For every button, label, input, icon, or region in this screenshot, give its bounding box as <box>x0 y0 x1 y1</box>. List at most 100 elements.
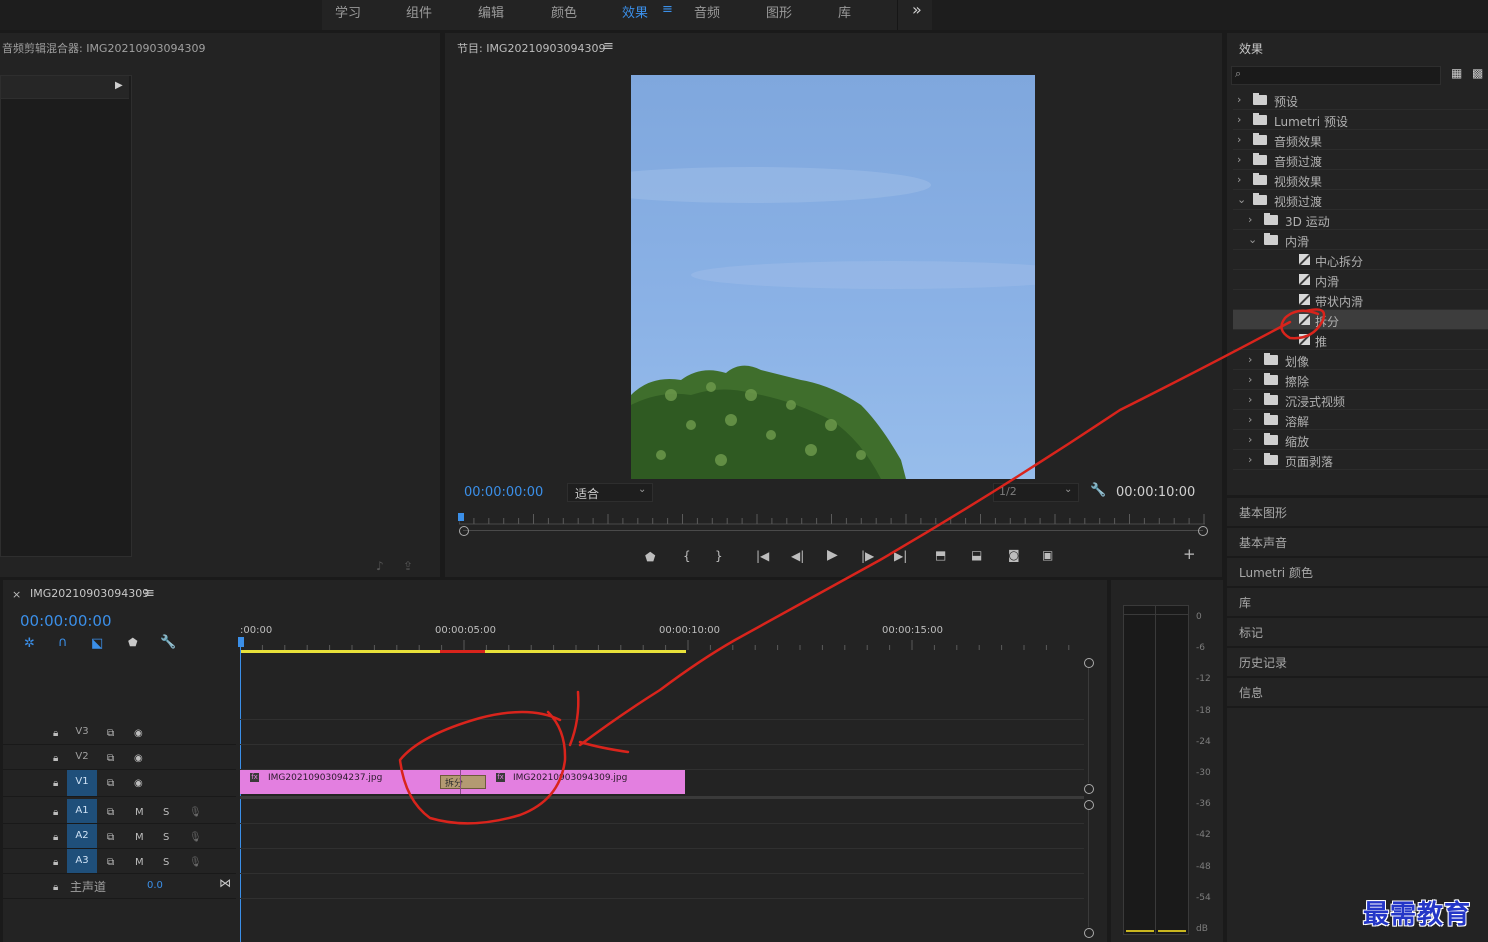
effects-tree-item[interactable]: 推 <box>1233 330 1488 350</box>
chevron-right-icon[interactable]: › <box>1237 93 1247 106</box>
timeline-timecode[interactable]: 00:00:00:00 <box>20 612 112 630</box>
scroll-handle[interactable] <box>1084 928 1094 938</box>
effects-tree-item[interactable]: › Lumetri 预设 <box>1233 110 1488 130</box>
microphone-icon[interactable]: 🎙︎ <box>189 832 202 843</box>
timeline-settings-wrench-icon[interactable]: 🔧 <box>160 635 176 650</box>
playhead-marker[interactable] <box>458 513 464 521</box>
chevron-right-icon[interactable]: › <box>1248 213 1258 226</box>
effects-tree-item[interactable]: ⌄ 视频过渡 <box>1233 190 1488 210</box>
chevron-right-icon[interactable]: › <box>1237 173 1247 186</box>
side-panel-tab[interactable]: 库 <box>1227 588 1488 618</box>
button-editor-plus-icon[interactable]: + <box>1183 547 1196 562</box>
chevron-right-icon[interactable]: › <box>1248 353 1258 366</box>
resolution-select[interactable]: 1/2 ⌄ <box>993 483 1079 502</box>
sync-lock-icon[interactable]: ⧉ <box>107 857 114 868</box>
panel-menu-icon[interactable]: ≡ <box>144 586 155 601</box>
current-timecode[interactable]: 00:00:00:00 <box>464 485 543 500</box>
extract-icon[interactable]: ⬓ <box>971 549 982 561</box>
close-icon[interactable]: × <box>12 588 21 601</box>
effects-tree-item[interactable]: › 音频效果 <box>1233 130 1488 150</box>
lift-icon[interactable]: ⬒ <box>935 549 946 561</box>
effects-tree-item[interactable]: 内滑 <box>1233 270 1488 290</box>
transition-split[interactable]: 拆分 <box>440 775 486 789</box>
lock-icon[interactable]: 🔒︎ <box>53 882 58 893</box>
timeline-ruler[interactable] <box>240 640 1090 656</box>
comparison-view-icon[interactable]: ▣ <box>1042 549 1053 561</box>
tab-libraries[interactable]: 库 <box>838 2 851 21</box>
sync-lock-icon[interactable]: ⧉ <box>107 778 114 789</box>
chevron-right-icon[interactable]: › <box>1237 113 1247 126</box>
step-back-icon[interactable]: ◀| <box>791 550 804 562</box>
effects-tree-item[interactable]: › 音频过渡 <box>1233 150 1488 170</box>
sync-lock-icon[interactable]: ⧉ <box>107 807 114 818</box>
32bit-effects-icon[interactable]: ▩ <box>1472 66 1483 80</box>
mute-button[interactable]: M <box>135 857 144 868</box>
sync-lock-icon[interactable]: ⧉ <box>107 753 114 764</box>
tab-learn[interactable]: 学习 <box>335 2 361 21</box>
effects-tree-item[interactable]: › 划像 <box>1233 350 1488 370</box>
tab-color[interactable]: 颜色 <box>551 2 577 21</box>
clip[interactable]: fx IMG20210903094309.jpg <box>490 770 685 794</box>
track-target-v1[interactable]: V1 <box>67 770 97 796</box>
mixer-export-icon[interactable]: ⇪ <box>403 559 413 573</box>
effects-tree-item[interactable]: › 3D 运动 <box>1233 210 1488 230</box>
snap-magnet-icon[interactable]: ∩ <box>58 635 68 650</box>
scroll-handle[interactable] <box>1084 800 1094 810</box>
lock-icon[interactable]: 🔒︎ <box>53 832 58 843</box>
tab-graphics[interactable]: 图形 <box>766 2 792 21</box>
go-to-out-icon[interactable]: ▶| <box>894 550 907 562</box>
go-to-master-icon[interactable]: ⋈ <box>219 876 231 890</box>
chevron-right-icon[interactable]: › <box>1248 433 1258 446</box>
more-workspaces-icon[interactable]: » <box>912 0 922 19</box>
clip[interactable]: fx IMG20210903094237.jpg <box>240 770 460 794</box>
track-target-a3[interactable]: A3 <box>67 849 97 873</box>
tab-assembly[interactable]: 组件 <box>406 2 432 21</box>
chevron-right-icon[interactable]: › <box>1248 453 1258 466</box>
effects-tree-item[interactable]: 中心拆分 <box>1233 250 1488 270</box>
solo-button[interactable]: S <box>163 807 169 818</box>
nest-sequence-icon[interactable]: ✲ <box>24 636 35 651</box>
linked-selection-icon[interactable]: ⬕ <box>91 636 103 651</box>
tab-audio[interactable]: 音频 <box>694 2 720 21</box>
panel-menu-icon[interactable]: ≡ <box>603 39 614 54</box>
chevron-right-icon[interactable]: › <box>1248 413 1258 426</box>
lock-icon[interactable]: 🔒︎ <box>53 857 58 868</box>
tab-effects-menu-icon[interactable]: ≡ <box>662 2 673 17</box>
lock-icon[interactable]: 🔒︎ <box>53 778 58 789</box>
mute-button[interactable]: M <box>135 807 144 818</box>
zoom-bar[interactable] <box>463 530 1203 531</box>
scroll-handle[interactable] <box>1084 658 1094 668</box>
chevron-right-icon[interactable]: › <box>1237 153 1247 166</box>
mute-button[interactable]: M <box>135 832 144 843</box>
lock-icon[interactable]: 🔒︎ <box>53 807 58 818</box>
effects-tree-item[interactable]: 带状内滑 <box>1233 290 1488 310</box>
sequence-tab-label[interactable]: IMG20210903094309 <box>30 587 149 600</box>
tab-effects[interactable]: 效果 <box>622 2 648 21</box>
solo-button[interactable]: S <box>163 832 169 843</box>
chevron-right-icon[interactable]: › <box>1237 133 1247 146</box>
track-target-a2[interactable]: A2 <box>67 824 97 848</box>
effects-search-input[interactable]: ⌕ <box>1231 66 1441 85</box>
play-triangle-icon[interactable]: ▶ <box>115 80 123 91</box>
effects-tree-item[interactable]: › 沉浸式视频 <box>1233 390 1488 410</box>
playhead-handle[interactable] <box>238 637 244 647</box>
chevron-down-icon[interactable]: ⌄ <box>1237 193 1247 206</box>
side-panel-tab[interactable]: 基本图形 <box>1227 498 1488 528</box>
scroll-handle[interactable] <box>1084 784 1094 794</box>
fit-select[interactable]: 适合 ⌄ <box>567 483 653 502</box>
scroll-track[interactable] <box>1088 810 1089 927</box>
eye-icon[interactable]: ◉ <box>134 753 143 764</box>
mark-out-icon[interactable]: } <box>715 550 723 562</box>
add-marker-icon[interactable]: ⬟ <box>128 636 138 649</box>
effects-tree-item[interactable]: › 缩放 <box>1233 430 1488 450</box>
effects-tree-item[interactable]: ⌄ 内滑 <box>1233 230 1488 250</box>
lock-icon[interactable]: 🔒︎ <box>53 753 58 764</box>
side-panel-tab[interactable]: Lumetri 颜色 <box>1227 558 1488 588</box>
step-forward-icon[interactable]: |▶ <box>861 550 874 562</box>
chevron-right-icon[interactable]: › <box>1248 393 1258 406</box>
track-target-a1[interactable]: A1 <box>67 799 97 823</box>
chevron-down-icon[interactable]: ⌄ <box>1248 233 1258 246</box>
mixer-audio-icon[interactable]: ♪ <box>376 559 384 573</box>
side-panel-tab[interactable]: 历史记录 <box>1227 648 1488 678</box>
export-frame-camera-icon[interactable]: ◙ <box>1008 549 1020 561</box>
